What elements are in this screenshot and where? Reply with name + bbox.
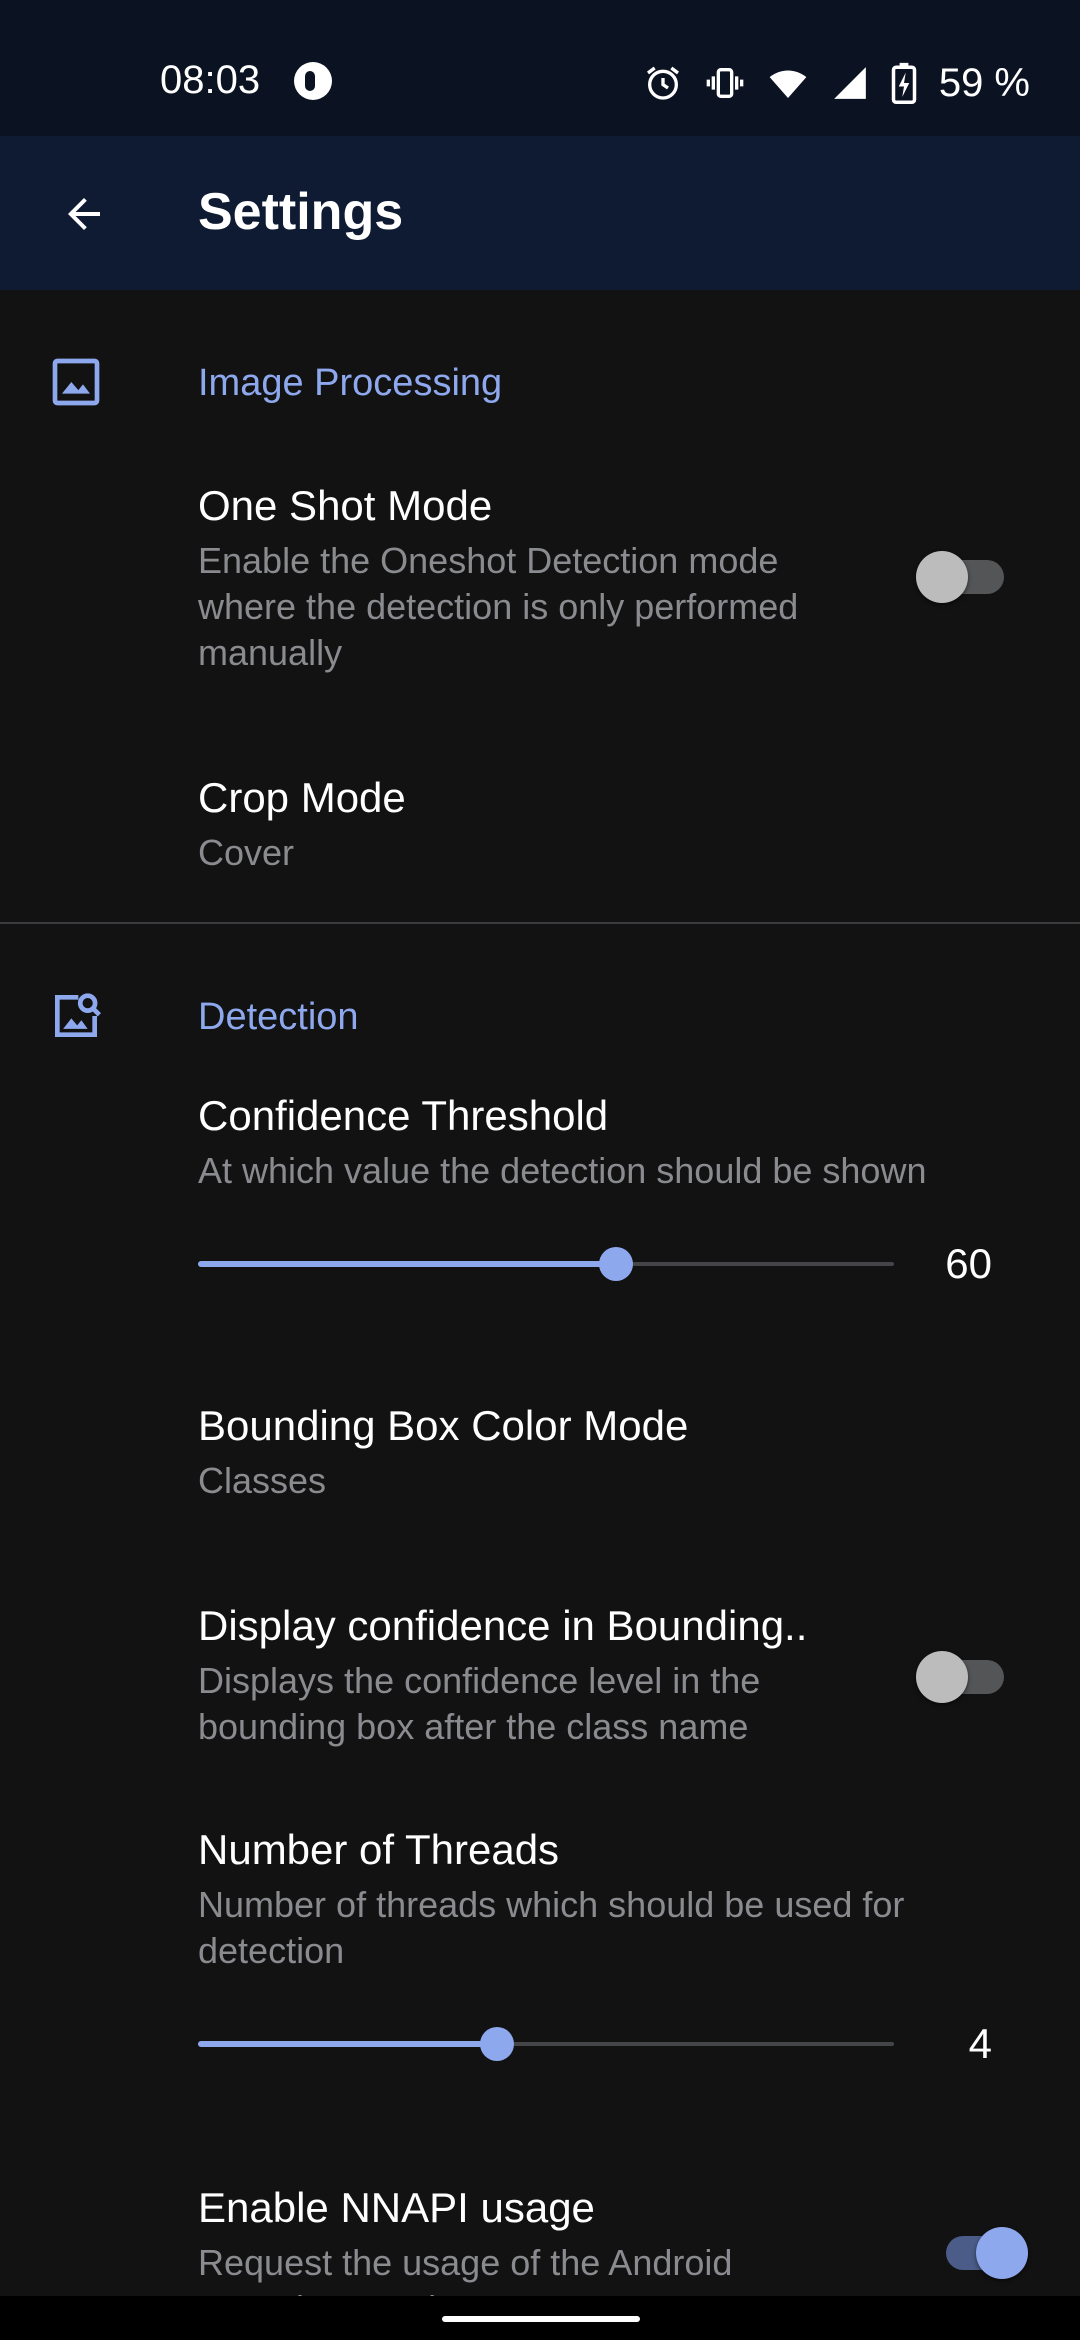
image-search-icon <box>55 993 101 1037</box>
arrow-back-icon <box>68 198 100 230</box>
pref-summary: where the detection is only performed <box>198 586 799 627</box>
toggle-thumb <box>976 2227 1028 2279</box>
pref-title: Confidence Threshold <box>198 1092 609 1139</box>
pref-title: Enable NNAPI usage <box>198 2184 595 2231</box>
pref-summary: Neural Networks API <box>198 2286 530 2296</box>
pref-summary: manually <box>198 632 343 673</box>
display-confidence-toggle[interactable] <box>916 1648 1006 1704</box>
status-time: 08:03 <box>160 58 261 102</box>
settings-list[interactable]: Image Processing One Shot Mode Enable th… <box>0 290 1080 2296</box>
vibrate-icon <box>706 68 744 98</box>
section-title-detection: Detection <box>198 996 359 1038</box>
status-icons: 59 % <box>643 58 1030 108</box>
section-divider <box>0 922 1080 924</box>
slider-thumb[interactable] <box>480 2027 515 2061</box>
alarm-icon <box>646 66 679 100</box>
slider-fill <box>198 1261 616 1267</box>
pref-title: Bounding Box Color Mode <box>198 1402 689 1449</box>
confidence-value: 60 <box>945 1240 992 1287</box>
notification-icon <box>294 62 332 100</box>
threads-slider[interactable] <box>198 2024 894 2064</box>
slider-thumb[interactable] <box>598 1247 633 1281</box>
signal-icon <box>833 67 866 99</box>
pref-summary: bounding box after the class name <box>198 1706 749 1747</box>
pref-title: Number of Threads <box>198 1826 560 1873</box>
section-title-image-processing: Image Processing <box>198 362 503 404</box>
toggle-thumb <box>916 1651 968 1703</box>
home-handle[interactable] <box>442 2316 640 2322</box>
pref-summary: detection <box>198 1930 345 1971</box>
pref-summary: Displays the confidence level in the <box>198 1660 761 1701</box>
threads-value: 4 <box>968 2020 992 2067</box>
pref-title: Display confidence in Bounding.. <box>198 1602 808 1649</box>
gesture-nav-bar <box>0 2296 1080 2340</box>
back-button[interactable] <box>44 174 124 254</box>
one-shot-toggle[interactable] <box>916 548 1006 604</box>
pref-title: Crop Mode <box>198 774 406 821</box>
battery-percent: 59 % <box>938 60 1030 105</box>
toggle-thumb <box>916 551 968 603</box>
pref-summary: Number of threads which should be used f… <box>198 1884 905 1925</box>
battery-charging-icon <box>891 62 917 104</box>
pref-title: One Shot Mode <box>198 482 493 529</box>
page-title: Settings <box>198 183 404 241</box>
pref-value: Cover <box>198 832 295 873</box>
wifi-icon <box>769 70 807 98</box>
pref-summary: Enable the Oneshot Detection mode <box>198 540 779 581</box>
slider-fill <box>198 2041 498 2047</box>
pref-value: Classes <box>198 1460 327 1501</box>
image-icon <box>52 358 100 406</box>
status-bar: 08:03 59 % <box>0 0 1080 136</box>
app-bar: Settings <box>0 136 1080 290</box>
confidence-slider[interactable] <box>198 1244 894 1284</box>
pref-summary: At which value the detection should be s… <box>198 1150 927 1191</box>
pref-summary: Request the usage of the Android <box>198 2242 733 2283</box>
nnapi-toggle[interactable] <box>936 2224 1028 2280</box>
